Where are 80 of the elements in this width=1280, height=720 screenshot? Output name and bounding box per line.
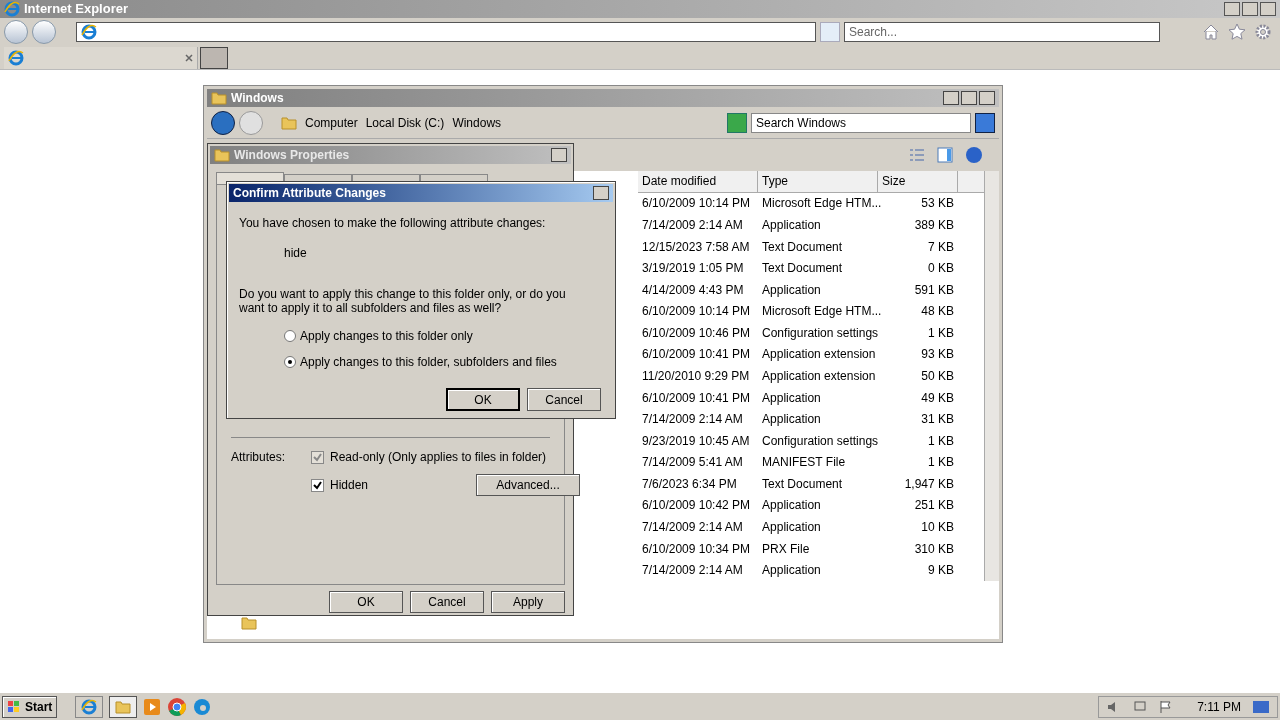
- table-cell-text: 1,947 KB: [903, 475, 956, 493]
- table-cell-text: 1 KB: [927, 432, 956, 450]
- table-cell-text: 1 KB: [927, 324, 956, 342]
- dialog-button[interactable]: Apply: [491, 591, 565, 613]
- advanced-button[interactable]: Advanced...: [476, 474, 581, 496]
- table-cell-text: 7/14/2009 2:14 AM: [641, 562, 744, 580]
- table-cell-text: Application: [761, 216, 822, 234]
- start-button[interactable]: Start: [2, 695, 58, 718]
- table-cell-text: 591 KB: [913, 281, 956, 299]
- search-field[interactable]: Search...: [844, 22, 1160, 42]
- clock: 7:11 PM: [1197, 698, 1241, 716]
- table-cell-text: Application extension: [761, 346, 877, 364]
- column-header[interactable]: Type: [758, 171, 879, 192]
- table-cell-text: Application: [761, 411, 822, 429]
- table-cell-text: Application: [761, 562, 822, 580]
- table-cell-text: 7/14/2009 2:14 AM: [641, 519, 744, 537]
- table-cell-text: Configuration settings: [761, 432, 879, 450]
- table-cell-text: 9/23/2019 10:45 AM: [641, 432, 751, 450]
- dialog-text: You have chosen to make the following attribute changes:: [239, 215, 547, 232]
- table-cell-text: 93 KB: [920, 346, 956, 364]
- dialog-button[interactable]: Cancel: [410, 591, 484, 613]
- radio-label: Apply changes to this folder, subfolders and files: [300, 354, 557, 371]
- table-cell-text: 310 KB: [913, 540, 956, 558]
- table-cell-text: 7/14/2009 2:14 AM: [641, 411, 744, 429]
- window-title: Internet Explorer: [24, 0, 129, 19]
- table-cell-text: 50 KB: [920, 368, 956, 385]
- attributes-label: Attributes:: [231, 449, 287, 466]
- table-cell-text: 6/10/2009 10:14 PM: [641, 195, 752, 213]
- table-cell-text: Text Document: [761, 260, 844, 278]
- table-cell-text: 7/14/2009 2:14 AM: [641, 216, 744, 234]
- breadcrumb-item[interactable]: Computer: [305, 113, 358, 132]
- checkbox-label: Read-only (Only applies to files in folder): [330, 449, 547, 466]
- table-cell-text: 6/10/2009 10:42 PM: [641, 497, 752, 515]
- dialog-button[interactable]: OK: [329, 591, 403, 613]
- table-cell-text: MANIFEST File: [761, 454, 847, 472]
- table-cell-text: 7/14/2009 5:41 AM: [641, 454, 744, 472]
- breadcrumb-item[interactable]: Local Disk (C:): [365, 113, 445, 132]
- table-cell-text: 31 KB: [920, 411, 956, 429]
- table-cell-text: Configuration settings: [761, 324, 879, 342]
- table-cell-text: 6/10/2009 10:14 PM: [641, 303, 752, 321]
- window-title: Windows: [231, 90, 284, 107]
- table-cell-text: Microsoft Edge HTM...: [761, 303, 879, 321]
- table-cell-text: 7/6/2023 6:34 PM: [641, 475, 738, 493]
- table-cell-text: 4/14/2009 4:43 PM: [641, 281, 745, 299]
- table-cell-text: PRX File: [761, 540, 811, 558]
- dialog-button[interactable]: Cancel: [527, 388, 601, 411]
- breadcrumb-item[interactable]: Windows: [452, 113, 502, 132]
- table-cell-text: 6/10/2009 10:34 PM: [641, 540, 752, 558]
- search-field[interactable]: Search Windows: [751, 112, 971, 133]
- table-cell-text: 6/10/2009 10:41 PM: [641, 346, 752, 364]
- dialog-title: Windows Properties: [234, 147, 350, 164]
- radio-label: Apply changes to this folder only: [300, 328, 473, 345]
- column-header[interactable]: Date modified: [638, 171, 759, 192]
- table-cell-text: 389 KB: [913, 216, 956, 234]
- table-cell-text: 6/10/2009 10:41 PM: [641, 389, 752, 407]
- table-cell-text: Application: [761, 389, 822, 407]
- table-cell-text: Application: [761, 497, 822, 515]
- table-cell-text: 7 KB: [927, 238, 956, 256]
- table-cell-text: 12/15/2023 7:58 AM: [641, 238, 751, 256]
- table-cell-text: Microsoft Edge HTM...: [761, 195, 879, 213]
- column-header[interactable]: Size: [878, 171, 959, 192]
- table-cell-text: Text Document: [761, 238, 844, 256]
- table-cell-text: Application: [761, 281, 822, 299]
- table-cell-text: 1 KB: [927, 454, 956, 472]
- table-cell-text: 10 KB: [920, 519, 956, 537]
- dialog-title: Confirm Attribute Changes: [233, 185, 386, 202]
- dialog-text: Do you want to apply this change to this folder only, or do you want to apply it to all subfolders and files as well?: [239, 287, 567, 315]
- table-cell-text: 11/20/2010 9:29 PM: [641, 368, 751, 385]
- table-cell-text: 6/10/2009 10:46 PM: [641, 324, 752, 342]
- table-cell-text: Application extension: [761, 368, 877, 385]
- checkbox-label: Hidden: [330, 477, 369, 494]
- dialog-button[interactable]: OK: [446, 388, 520, 411]
- table-cell-text: 3/19/2019 1:05 PM: [641, 260, 745, 278]
- table-cell-text: Text Document: [761, 475, 844, 493]
- table-cell-text: Application: [761, 519, 822, 537]
- table-cell-text: 49 KB: [920, 389, 956, 407]
- table-cell-text: 9 KB: [927, 562, 956, 580]
- attribute-change: hide: [283, 245, 308, 262]
- table-cell-text: 0 KB: [927, 260, 956, 278]
- table-cell-text: 251 KB: [913, 497, 956, 515]
